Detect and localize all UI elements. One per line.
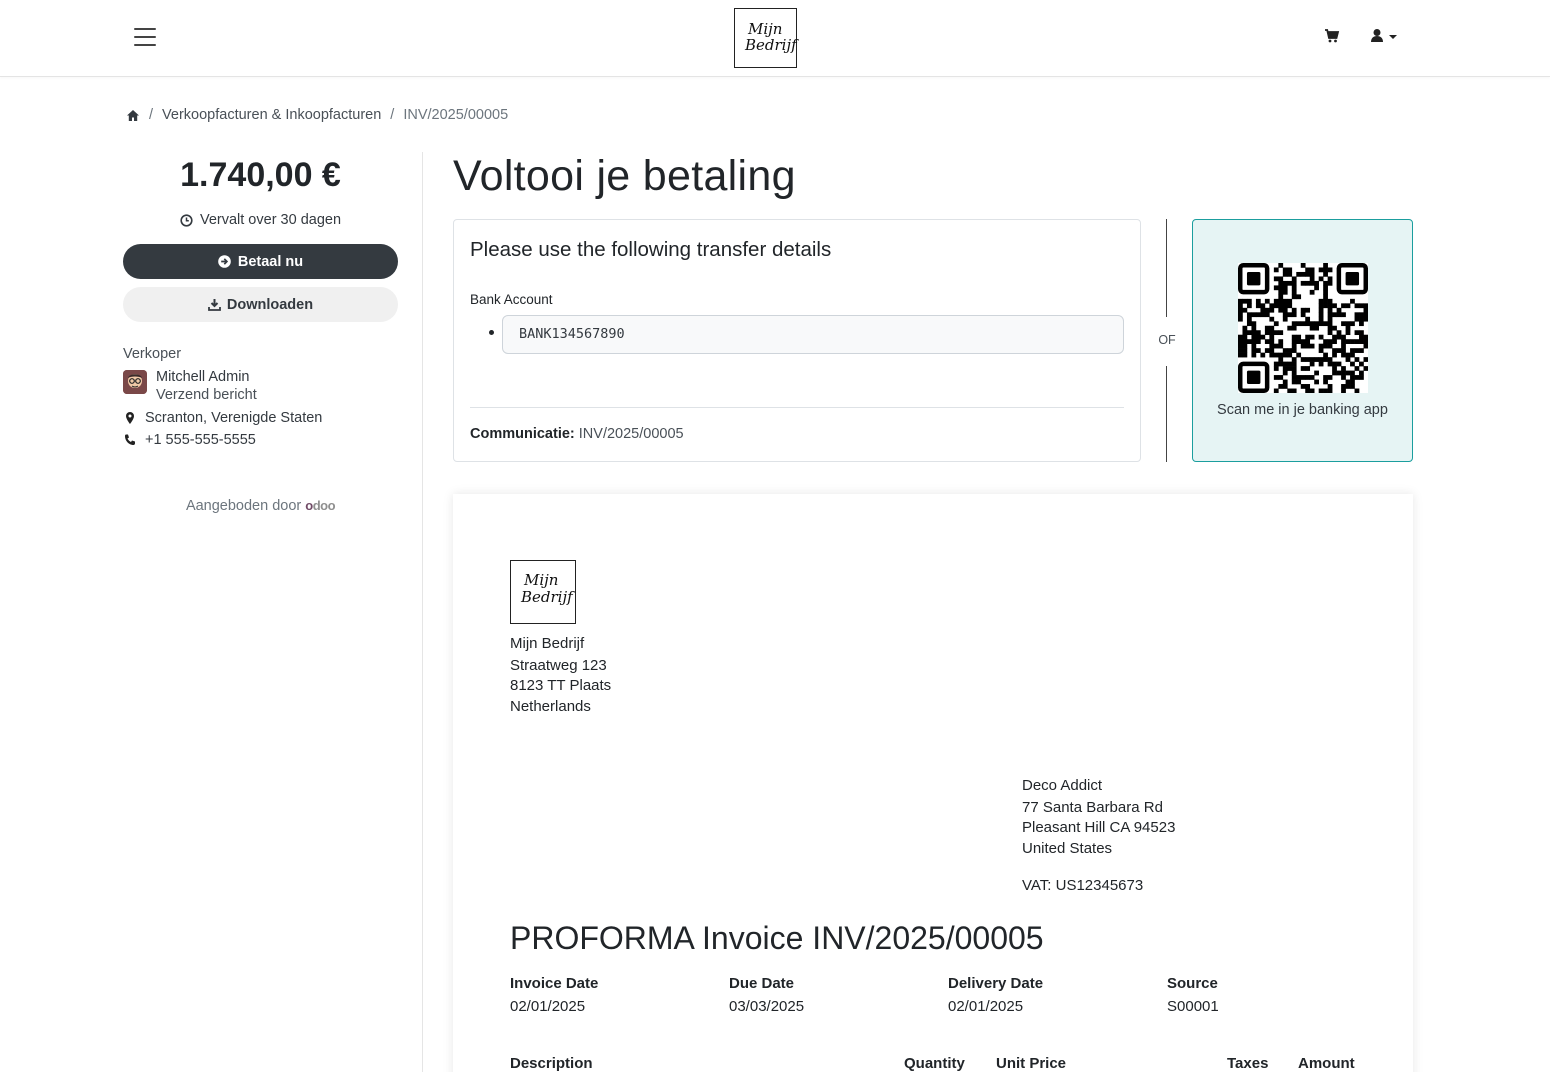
- clock-icon: [180, 213, 193, 227]
- breadcrumb-invoices-link[interactable]: Verkoopfacturen & Inkoopfacturen: [162, 107, 381, 123]
- user-menu[interactable]: [1370, 28, 1406, 46]
- qr-code: [1237, 262, 1369, 394]
- logo-line-2: Bedrijf: [745, 36, 797, 54]
- meta-value: 03/03/2025: [729, 998, 805, 1015]
- page-title: Voltooi je betaling: [453, 152, 796, 200]
- communication-label: Communicatie:: [470, 426, 575, 442]
- breadcrumb-current: INV/2025/00005: [403, 107, 509, 123]
- customer-city: Pleasant Hill CA 94523: [1022, 819, 1176, 836]
- company-address: Mijn Bedrijf Straatweg 123 8123 TT Plaat…: [510, 634, 611, 717]
- powered-by-text: Aangeboden door: [185, 498, 302, 514]
- meta-label: Invoice Date: [510, 975, 599, 992]
- or-separator-line: [1166, 219, 1167, 317]
- seller-row: Mitchell Admin Verzend bericht: [123, 368, 398, 404]
- column-header-amount: Amount: [1298, 1055, 1355, 1072]
- seller-phone: +1 555-555-5555: [145, 432, 256, 448]
- meta-value: 02/01/2025: [510, 998, 586, 1015]
- due-text: Vervalt over 30 dagen: [199, 212, 342, 228]
- powered-by: Aangeboden door odoo: [123, 498, 398, 514]
- qr-caption: Scan me in je banking app: [1217, 402, 1388, 418]
- pay-now-label: Betaal nu: [237, 253, 304, 270]
- breadcrumb-separator: /: [390, 107, 395, 123]
- home-icon[interactable]: [126, 109, 140, 122]
- transfer-title: Please use the following transfer detail…: [470, 238, 832, 261]
- customer-vat: VAT: US12345673: [1022, 877, 1144, 894]
- download-button[interactable]: Downloaden: [123, 287, 398, 322]
- meta-value: 02/01/2025: [948, 998, 1024, 1015]
- pay-now-button[interactable]: Betaal nu: [123, 244, 398, 279]
- or-separator-line: [1166, 366, 1167, 462]
- avatar: [123, 370, 147, 394]
- transfer-details-card: Please use the following transfer detail…: [453, 219, 1141, 462]
- customer-address: Deco Addict 77 Santa Barbara Rd Pleasant…: [1022, 776, 1175, 897]
- breadcrumb: / Verkoopfacturen & Inkoopfacturen / INV…: [126, 105, 508, 125]
- list-bullet: [489, 330, 494, 335]
- seller-phone-row: +1 555-555-5555: [123, 432, 398, 448]
- send-message-link[interactable]: Verzend bericht: [156, 386, 257, 404]
- divider: [470, 407, 1124, 408]
- seller-name: Mitchell Admin: [156, 369, 250, 385]
- seller-label: Verkoper: [123, 346, 182, 362]
- company-street: Straatweg 123: [510, 656, 607, 674]
- amount-due: 1.740,00 €: [180, 156, 341, 194]
- qr-card: Scan me in je banking app: [1192, 219, 1413, 462]
- delivery-date: Delivery Date 02/01/2025: [948, 975, 1043, 1015]
- meta-label: Source: [1167, 975, 1218, 992]
- company-logo[interactable]: Mijn Bedrijf: [734, 8, 797, 68]
- meta-label: Due Date: [729, 975, 795, 992]
- column-header-taxes: Taxes: [1227, 1055, 1269, 1072]
- invoice-date: Invoice Date 02/01/2025: [510, 975, 598, 1015]
- source: Source S00001: [1167, 975, 1219, 1015]
- customer-street: 77 Santa Barbara Rd: [1022, 798, 1163, 816]
- bank-account-field[interactable]: BANK134567890: [502, 315, 1124, 354]
- due-date: Due Date 03/03/2025: [729, 975, 804, 1015]
- cart-icon[interactable]: [1324, 28, 1340, 44]
- sidebar: 1.740,00 € Vervalt over 30 dagen Betaal …: [123, 150, 398, 514]
- top-navbar: Mijn Bedrijf: [0, 0, 1550, 77]
- invoice-company-logo: Mijn Bedrijf: [510, 560, 576, 624]
- customer-name: Deco Addict: [1022, 777, 1103, 794]
- map-marker-icon: [126, 412, 134, 424]
- arrow-circle-right-icon: [218, 255, 231, 268]
- user-icon: [1371, 29, 1383, 42]
- menu-icon[interactable]: [134, 28, 156, 46]
- caret-down-icon: [1389, 35, 1397, 39]
- invoice-title: PROFORMA Invoice INV/2025/00005: [510, 920, 1044, 956]
- invoice-document: Mijn Bedrijf Mijn Bedrijf Straatweg 123 …: [453, 494, 1413, 1072]
- seller-location: Scranton, Verenigde Staten: [145, 410, 323, 426]
- download-label: Downloaden: [226, 296, 314, 313]
- meta-value: S00001: [1167, 998, 1219, 1015]
- communication-value: INV/2025/00005: [578, 426, 684, 442]
- seller-location-row: Scranton, Verenigde Staten: [123, 410, 398, 426]
- company-country: Netherlands: [510, 697, 591, 715]
- meta-label: Delivery Date: [948, 975, 1044, 992]
- company-name: Mijn Bedrijf: [510, 635, 585, 652]
- odoo-logo-text: doo: [312, 498, 336, 513]
- phone-icon: [125, 434, 135, 445]
- download-icon: [207, 299, 221, 311]
- column-header-unit-price: Unit Price: [996, 1055, 1067, 1072]
- column-header-description: Description: [510, 1055, 593, 1072]
- due-info: Vervalt over 30 dagen: [123, 212, 398, 228]
- column-header-quantity: Quantity: [904, 1055, 965, 1072]
- company-city: 8123 TT Plaats: [510, 677, 612, 694]
- sidebar-divider: [422, 152, 423, 1072]
- communication-line: Communicatie: INV/2025/00005: [470, 426, 684, 442]
- odoo-logo[interactable]: odoo: [305, 498, 335, 513]
- breadcrumb-separator: /: [149, 107, 154, 123]
- bank-account-label: Bank Account: [470, 292, 553, 307]
- customer-country: United States: [1022, 839, 1113, 857]
- logo-line-2: Bedrijf: [521, 588, 573, 606]
- or-label: OF: [1158, 333, 1176, 347]
- logo-line-1: Mijn: [524, 571, 559, 589]
